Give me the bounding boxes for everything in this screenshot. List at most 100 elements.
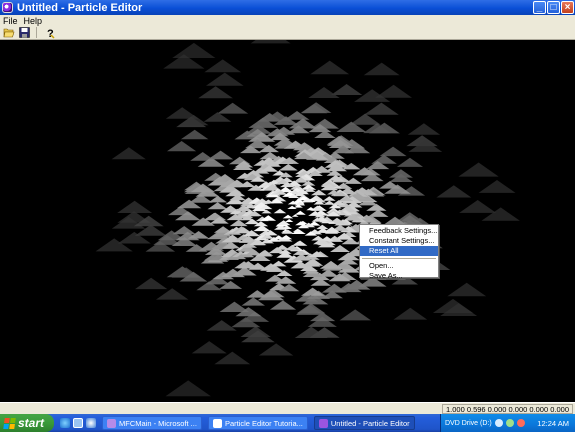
particle: [285, 219, 294, 222]
start-label: start: [18, 416, 45, 430]
save-disk-icon: [18, 27, 30, 38]
particle: [379, 146, 407, 157]
particle: [172, 226, 196, 235]
particle: [167, 141, 197, 152]
particle: [111, 147, 146, 160]
particle: [294, 210, 306, 215]
start-button[interactable]: start: [0, 414, 54, 432]
save-button[interactable]: [18, 27, 30, 39]
particle: [207, 150, 234, 160]
particle: [393, 307, 428, 320]
clock: 12:24 AM: [537, 418, 569, 428]
particle: [478, 180, 516, 193]
help-button[interactable]: ?: [43, 27, 55, 39]
status-bar: 1.000 0.596 0.000 0.000 0.000 0.000: [0, 402, 575, 414]
particle: [250, 40, 291, 44]
title-bar[interactable]: Untitled - Particle Editor _ □ ×: [0, 0, 575, 15]
particle: [407, 123, 441, 135]
open-folder-icon: [3, 28, 15, 38]
particle: [207, 202, 228, 210]
ie-icon[interactable]: [60, 418, 70, 428]
particle: [229, 219, 248, 227]
network-icon[interactable]: [494, 419, 503, 427]
particle: [165, 380, 211, 397]
particle: [240, 326, 271, 337]
media-player-icon[interactable]: [86, 418, 96, 428]
context-menu: Feedback Settings... Constant Settings..…: [359, 224, 439, 281]
particle: [278, 163, 298, 171]
particle: [363, 62, 400, 76]
particle: [204, 59, 242, 73]
close-button[interactable]: ×: [561, 1, 574, 14]
minimize-button[interactable]: _: [533, 1, 546, 14]
particle: [292, 228, 303, 232]
particle: [269, 300, 297, 310]
taskbar-task-particle-editor[interactable]: Untitled - Particle Editor: [313, 416, 415, 430]
particle: [208, 195, 228, 203]
menu-help[interactable]: Help: [21, 16, 46, 26]
taskbar-task-mfcmain[interactable]: MFCMain - Microsoft ...: [102, 416, 202, 430]
security-icon[interactable]: [516, 419, 525, 427]
particle-canvas[interactable]: [0, 40, 575, 402]
particle: [273, 208, 287, 214]
particle: [280, 235, 293, 240]
taskbar: start MFCMain - Microsoft ... Particle E…: [0, 414, 575, 432]
quick-launch: [60, 418, 96, 428]
particle: [458, 162, 499, 177]
taskbar-task-tutorial[interactable]: Particle Editor Tutoria...: [207, 416, 308, 430]
particle: [206, 320, 237, 331]
menu-feedback-settings[interactable]: Feedback Settings...: [360, 226, 438, 236]
menu-open[interactable]: Open...: [360, 261, 438, 271]
particle: [301, 287, 325, 296]
menu-reset-all[interactable]: Reset All: [360, 246, 438, 256]
task-label: Untitled - Particle Editor: [330, 418, 410, 428]
show-desktop-icon[interactable]: [73, 418, 83, 428]
particle-editor-icon: [318, 418, 328, 428]
document-icon: [212, 418, 222, 428]
menu-separator: [362, 258, 436, 259]
task-label: Particle Editor Tutoria...: [224, 418, 303, 428]
particle: [282, 214, 294, 219]
visual-studio-icon: [107, 418, 116, 428]
particle: [311, 235, 325, 241]
maximize-button[interactable]: □: [547, 1, 560, 14]
particle: [258, 343, 294, 356]
particle: [214, 351, 251, 365]
particle: [117, 200, 153, 213]
particle: [292, 240, 308, 246]
particle: [135, 277, 168, 290]
particle: [310, 60, 350, 75]
particle: [396, 157, 423, 167]
menu-bar: File Help: [0, 15, 575, 26]
particle: [156, 288, 189, 300]
particle: [339, 309, 371, 321]
particle: [198, 86, 233, 99]
task-label: MFCMain - Microsoft ...: [119, 418, 197, 428]
particle: [364, 102, 399, 115]
menu-constant-settings[interactable]: Constant Settings...: [360, 236, 438, 246]
window-controls: _ □ ×: [533, 1, 574, 14]
volume-icon[interactable]: [505, 419, 514, 427]
particle: [323, 200, 336, 205]
toolbar-separator: [36, 27, 37, 38]
menu-save-as[interactable]: Save As...: [360, 271, 438, 281]
particle: [436, 185, 472, 198]
menu-file[interactable]: File: [0, 16, 21, 26]
particle: [204, 212, 227, 221]
open-button[interactable]: [3, 27, 15, 39]
particle: [206, 72, 244, 86]
system-tray: DVD Drive (D:) 12:24 AM: [440, 414, 575, 432]
windows-logo-icon: [3, 417, 16, 429]
particle: [296, 303, 326, 314]
particle: [447, 282, 487, 297]
particle: [349, 113, 381, 125]
tray-drive-label[interactable]: DVD Drive (D:): [445, 420, 492, 427]
app-icon[interactable]: [2, 2, 13, 13]
status-values: 1.000 0.596 0.000 0.000 0.000 0.000: [441, 404, 573, 414]
particle: [322, 196, 336, 201]
particle: [217, 102, 249, 114]
toolbar: ?: [0, 26, 575, 40]
particle: [331, 84, 363, 95]
particle: [180, 129, 209, 140]
particle-field: [95, 40, 520, 397]
